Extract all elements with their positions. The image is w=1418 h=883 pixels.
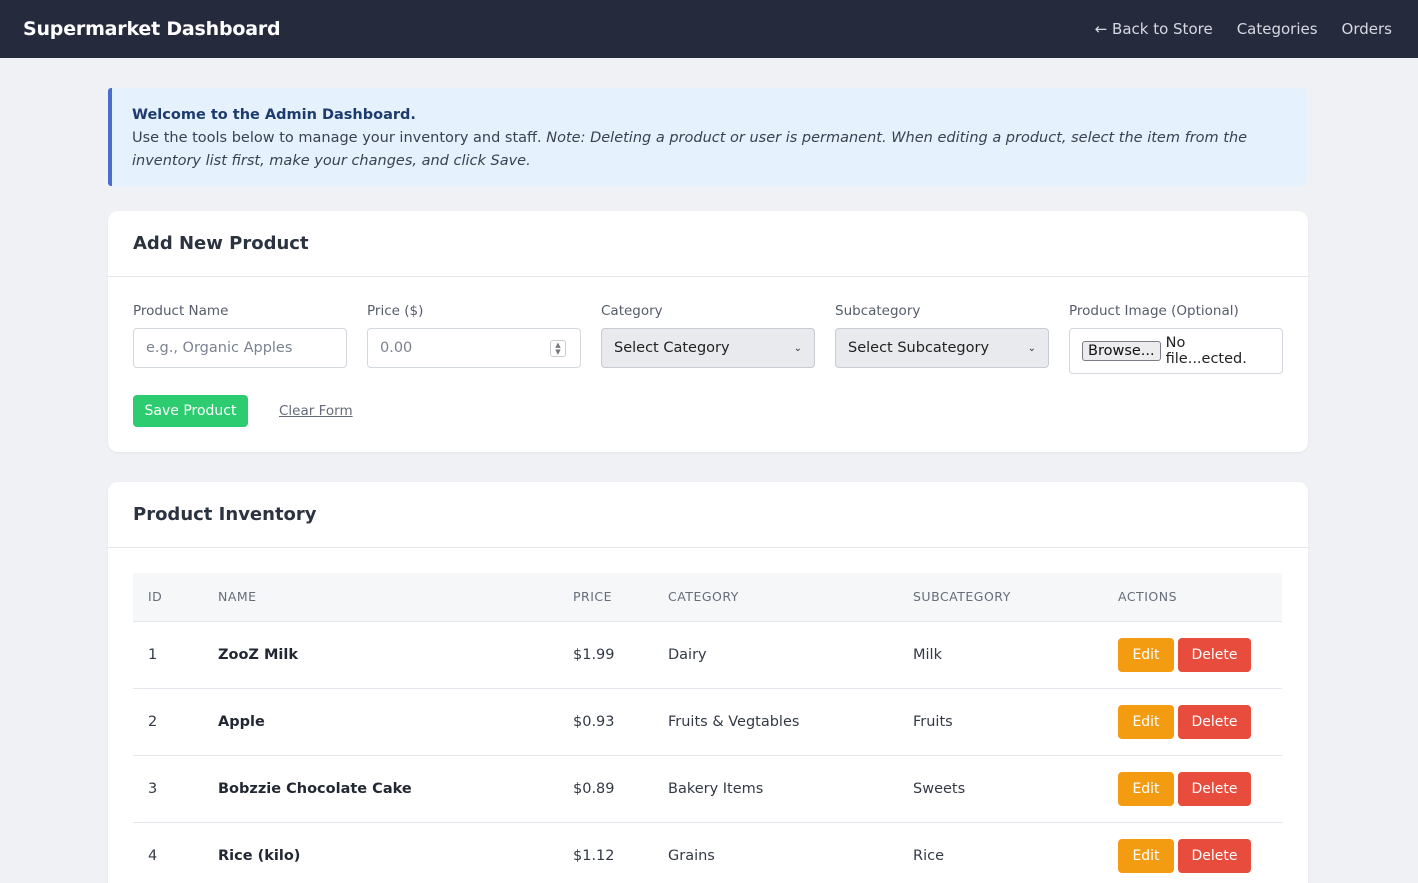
notice-text: Use the tools below to manage your inven… — [132, 130, 547, 146]
cell-actions: Edit Delete — [1103, 688, 1282, 756]
price-placeholder: 0.00 — [380, 340, 413, 356]
spinner-icon[interactable]: ▲ ▼ — [550, 340, 566, 357]
cell-id: 1 — [133, 621, 203, 689]
notice-title: Welcome to the Admin Dashboard. — [132, 107, 416, 123]
price-label: Price ($) — [367, 303, 424, 319]
cell-name: ZooZ Milk — [203, 621, 558, 689]
cell-price: $0.89 — [558, 755, 653, 823]
chevron-down-icon: ⌄ — [1027, 342, 1036, 354]
price-input[interactable]: 0.00 ▲ ▼ — [367, 328, 581, 368]
edit-button[interactable]: Edit — [1118, 838, 1174, 873]
table-row: 4 Rice (kilo) $1.12 Grains Rice Edit Dele… — [133, 822, 1282, 883]
product-image-field: Product Image (Optional) Browse... No fi… — [1069, 303, 1283, 374]
cell-subcategory: Fruits — [898, 688, 1103, 756]
product-name-input[interactable]: e.g., Organic Apples — [133, 328, 347, 368]
delete-button[interactable]: Delete — [1178, 637, 1251, 672]
edit-button[interactable]: Edit — [1118, 704, 1174, 739]
category-selected-value: Select Category — [614, 340, 730, 356]
table-row: 3 Bobzzie Chocolate Cake $0.89 Bakery It… — [133, 755, 1282, 823]
cell-category: Grains — [653, 822, 898, 883]
product-image-label: Product Image (Optional) — [1069, 303, 1239, 319]
col-actions: Actions — [1103, 573, 1282, 622]
subcategory-label: Subcategory — [835, 303, 921, 319]
inventory-table: ID Name Price Category Subcategory Actio… — [133, 573, 1282, 883]
cell-id: 4 — [133, 822, 203, 883]
col-category: Category — [653, 573, 898, 622]
product-name-placeholder: e.g., Organic Apples — [146, 340, 293, 356]
welcome-notice: Welcome to the Admin Dashboard. Use the … — [108, 88, 1307, 186]
cell-price: $1.12 — [558, 822, 653, 883]
cell-id: 3 — [133, 755, 203, 823]
product-inventory-card: Product Inventory ID Name Price Category… — [108, 482, 1308, 883]
price-field: Price ($) 0.00 ▲ ▼ — [367, 303, 581, 374]
add-product-actions: Save Product Clear Form — [133, 395, 353, 427]
cell-subcategory: Rice — [898, 822, 1103, 883]
cell-category: Fruits & Vegtables — [653, 688, 898, 756]
browse-button[interactable]: Browse... — [1082, 341, 1161, 361]
cell-subcategory: Sweets — [898, 755, 1103, 823]
save-product-button[interactable]: Save Product — [133, 395, 248, 427]
nav-categories[interactable]: Categories — [1237, 20, 1318, 38]
subcategory-selected-value: Select Subcategory — [848, 340, 990, 356]
cell-category: Dairy — [653, 621, 898, 689]
file-status: No file...ected. — [1165, 335, 1247, 367]
col-subcategory: Subcategory — [898, 573, 1103, 622]
product-name-field: Product Name e.g., Organic Apples — [133, 303, 347, 374]
col-price: Price — [558, 573, 653, 622]
subcategory-select[interactable]: Select Subcategory ⌄ — [835, 328, 1049, 368]
inventory-title: Product Inventory — [108, 482, 1308, 548]
cell-id: 2 — [133, 688, 203, 756]
top-navbar: Supermarket Dashboard ← Back to Store Ca… — [0, 0, 1418, 58]
category-field: Category Select Category ⌄ — [601, 303, 815, 374]
edit-button[interactable]: Edit — [1118, 637, 1174, 672]
nav-back-to-store[interactable]: ← Back to Store — [1095, 20, 1213, 38]
edit-button[interactable]: Edit — [1118, 771, 1174, 806]
add-product-card: Add New Product Product Name e.g., Organ… — [108, 211, 1308, 452]
table-row: 2 Apple $0.93 Fruits & Vegtables Fruits … — [133, 688, 1282, 756]
product-image-input: Browse... No file...ected. — [1069, 328, 1283, 374]
add-product-title: Add New Product — [108, 211, 1308, 277]
cell-category: Bakery Items — [653, 755, 898, 823]
nav-orders[interactable]: Orders — [1342, 20, 1392, 38]
product-name-label: Product Name — [133, 303, 229, 319]
table-header-row: ID Name Price Category Subcategory Actio… — [133, 573, 1282, 622]
category-label: Category — [601, 303, 663, 319]
clear-form-link[interactable]: Clear Form — [279, 403, 353, 419]
brand-title: Supermarket Dashboard — [23, 18, 281, 40]
subcategory-field: Subcategory Select Subcategory ⌄ — [835, 303, 1049, 374]
top-nav: ← Back to Store Categories Orders — [1095, 20, 1395, 38]
delete-button[interactable]: Delete — [1178, 704, 1251, 739]
col-name: Name — [203, 573, 558, 622]
delete-button[interactable]: Delete — [1178, 838, 1251, 873]
cell-subcategory: Milk — [898, 621, 1103, 689]
cell-actions: Edit Delete — [1103, 755, 1282, 823]
cell-price: $1.99 — [558, 621, 653, 689]
cell-price: $0.93 — [558, 688, 653, 756]
cell-actions: Edit Delete — [1103, 822, 1282, 883]
cell-actions: Edit Delete — [1103, 621, 1282, 689]
cell-name: Apple — [203, 688, 558, 756]
col-id: ID — [133, 573, 203, 622]
cell-name: Bobzzie Chocolate Cake — [203, 755, 558, 823]
chevron-down-icon: ⌄ — [793, 342, 802, 354]
table-row: 1 ZooZ Milk $1.99 Dairy Milk Edit Delete — [133, 621, 1282, 689]
cell-name: Rice (kilo) — [203, 822, 558, 883]
delete-button[interactable]: Delete — [1178, 771, 1251, 806]
category-select[interactable]: Select Category ⌄ — [601, 328, 815, 368]
add-product-fields: Product Name e.g., Organic Apples Price … — [133, 303, 1283, 374]
